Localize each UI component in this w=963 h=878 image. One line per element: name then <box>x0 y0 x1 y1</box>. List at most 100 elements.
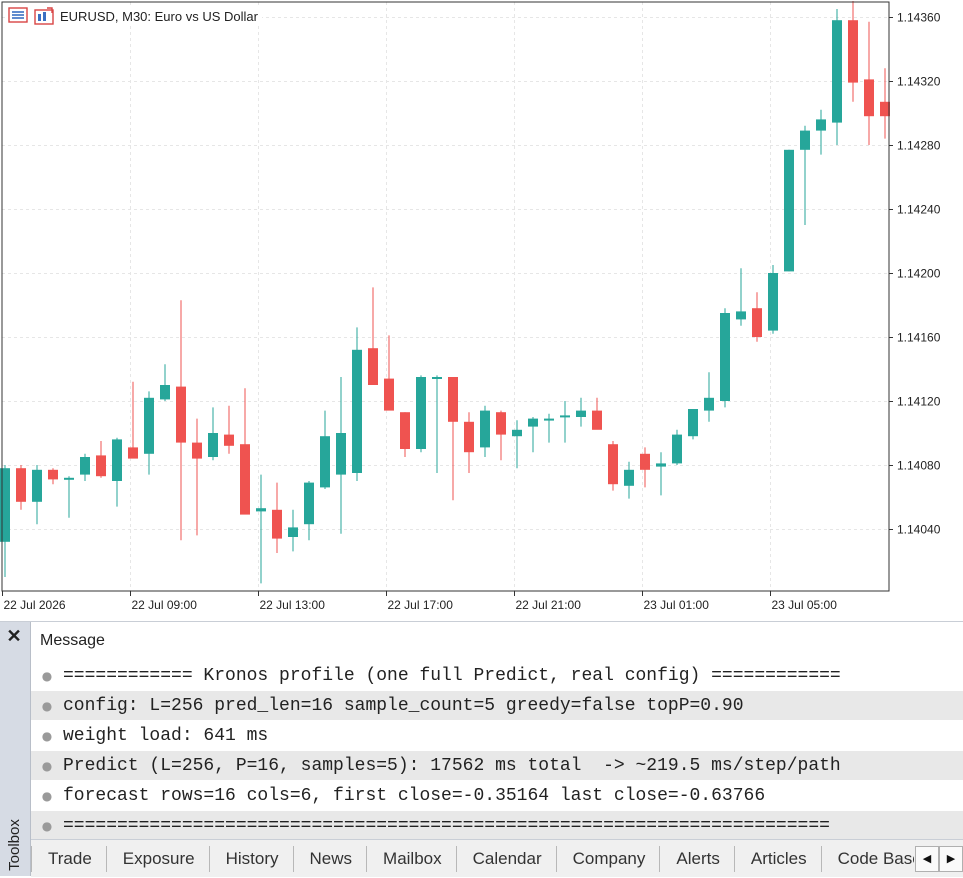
tab-scroll-controls: ◀ ▶ <box>915 846 963 872</box>
candle <box>176 300 186 541</box>
market-watch-icon[interactable] <box>8 7 28 25</box>
tab-articles[interactable]: Articles <box>733 845 821 872</box>
message-text: Predict (L=256, P=16, samples=5): 17562 … <box>63 755 841 776</box>
candle-body <box>192 442 202 459</box>
tab-mailbox[interactable]: Mailbox <box>366 845 456 872</box>
candle <box>592 397 602 430</box>
candle <box>256 474 266 584</box>
message-text: weight load: 641 ms <box>63 725 269 746</box>
candle-body <box>304 482 314 525</box>
price-axis: 1.14360 1.14320 1.14280 1.14240 1.14200 1.141… <box>889 11 941 537</box>
candle <box>384 335 394 411</box>
candle <box>688 409 698 440</box>
candle <box>544 413 554 443</box>
tab-trade[interactable]: Trade <box>31 845 106 872</box>
candle-body <box>768 273 778 331</box>
message-text: forecast rows=16 cols=6, first close=-0.… <box>63 785 766 806</box>
price-tick-label: 1.14160 <box>897 331 941 345</box>
scroll-left-icon[interactable]: ◀ <box>915 846 939 872</box>
chart-window[interactable]: 1.14360 1.14320 1.14280 1.14240 1.14200 1.141… <box>0 0 963 621</box>
tab-code-base[interactable]: Code Base <box>820 845 914 872</box>
tab-company[interactable]: Company <box>555 845 660 872</box>
candle <box>528 417 538 453</box>
candle <box>400 412 410 457</box>
candle <box>208 407 218 461</box>
journal-list[interactable]: Message ● ============ Kronos profile (o… <box>31 622 963 840</box>
message-column-header[interactable]: Message <box>31 622 963 660</box>
list-item[interactable]: ● forecast rows=16 cols=6, first close=-… <box>31 780 963 810</box>
candle <box>480 405 490 457</box>
candle <box>656 452 666 496</box>
tab-calendar[interactable]: Calendar <box>455 845 556 872</box>
candle-body <box>608 444 618 485</box>
candle <box>736 268 746 326</box>
list-item[interactable]: ● weight load: 641 ms <box>31 720 963 750</box>
time-tick-label: 22 Jul 13:00 <box>260 598 326 612</box>
toolbox-tab-bar: Trade Exposure History News Mailbox Cale… <box>31 839 963 877</box>
candle-body <box>688 409 698 437</box>
price-tick-label: 1.14080 <box>897 459 941 473</box>
candle-body <box>624 469 634 486</box>
candle <box>512 420 522 469</box>
candle <box>240 388 250 515</box>
candle-body <box>704 397 714 411</box>
tab-news[interactable]: News <box>292 845 367 872</box>
time-tick-label: 23 Jul 01:00 <box>644 598 710 612</box>
candle-body <box>96 455 106 477</box>
chart-template-icon[interactable] <box>34 7 54 25</box>
close-icon[interactable]: ✕ <box>4 626 24 646</box>
chart-symbol-title: EURUSD, M30: Euro vs US Dollar <box>60 8 258 24</box>
candle-body <box>16 468 26 502</box>
list-item[interactable]: ● Predict (L=256, P=16, samples=5): 1756… <box>31 750 963 780</box>
candle-body <box>208 433 218 457</box>
tab-alerts[interactable]: Alerts <box>659 845 733 872</box>
candle <box>304 481 314 541</box>
price-tick-label: 1.14320 <box>897 75 941 89</box>
tab-history[interactable]: History <box>208 845 293 872</box>
candle-body <box>368 348 378 385</box>
candle <box>16 465 26 510</box>
time-tick-label: 22 Jul 17:00 <box>388 598 454 612</box>
candle <box>464 412 474 473</box>
candle <box>704 372 714 422</box>
candle-body <box>32 469 42 502</box>
candle <box>576 397 586 427</box>
list-item[interactable]: ● ============ Kronos profile (one full … <box>31 660 963 690</box>
plot-frame <box>1 1 890 592</box>
candle <box>32 465 42 525</box>
list-item[interactable]: ● ======================================… <box>31 810 963 840</box>
candle-body <box>256 508 266 512</box>
candle <box>336 377 346 534</box>
candle-body <box>464 421 474 453</box>
candle-body <box>816 119 826 131</box>
candle-body <box>80 457 90 475</box>
candle-body <box>432 377 442 379</box>
candle <box>368 287 378 385</box>
candle-body <box>448 377 458 422</box>
candle <box>96 441 106 478</box>
message-text: ========================================… <box>63 815 830 836</box>
scroll-right-icon[interactable]: ▶ <box>939 846 963 872</box>
candle <box>608 441 618 491</box>
candlestick-chart[interactable]: 1.14360 1.14320 1.14280 1.14240 1.14200 1.141… <box>0 0 963 621</box>
list-item[interactable]: ● config: L=256 pred_len=16 sample_count… <box>31 690 963 720</box>
candle <box>288 509 298 552</box>
candle-body <box>272 509 282 539</box>
candle <box>128 381 138 459</box>
price-tick-label: 1.14200 <box>897 267 941 281</box>
candle-body <box>64 477 74 480</box>
candle <box>864 21 874 145</box>
toolbox-panel: ✕ Toolbox Message ● ============ Kronos … <box>0 621 963 877</box>
time-axis: 22 Jul 2026 22 Jul 09:00 22 Jul 13:00 22 Ju… <box>2 591 837 612</box>
candle-body <box>336 433 346 475</box>
candle-body <box>48 469 58 480</box>
candle <box>112 437 122 507</box>
candle <box>560 401 570 443</box>
candle-body <box>128 447 138 459</box>
candle-body <box>736 311 746 320</box>
candle <box>848 1 858 102</box>
candle <box>624 461 634 499</box>
tab-exposure[interactable]: Exposure <box>105 845 209 872</box>
candle <box>192 418 202 536</box>
candle-body <box>352 349 362 473</box>
